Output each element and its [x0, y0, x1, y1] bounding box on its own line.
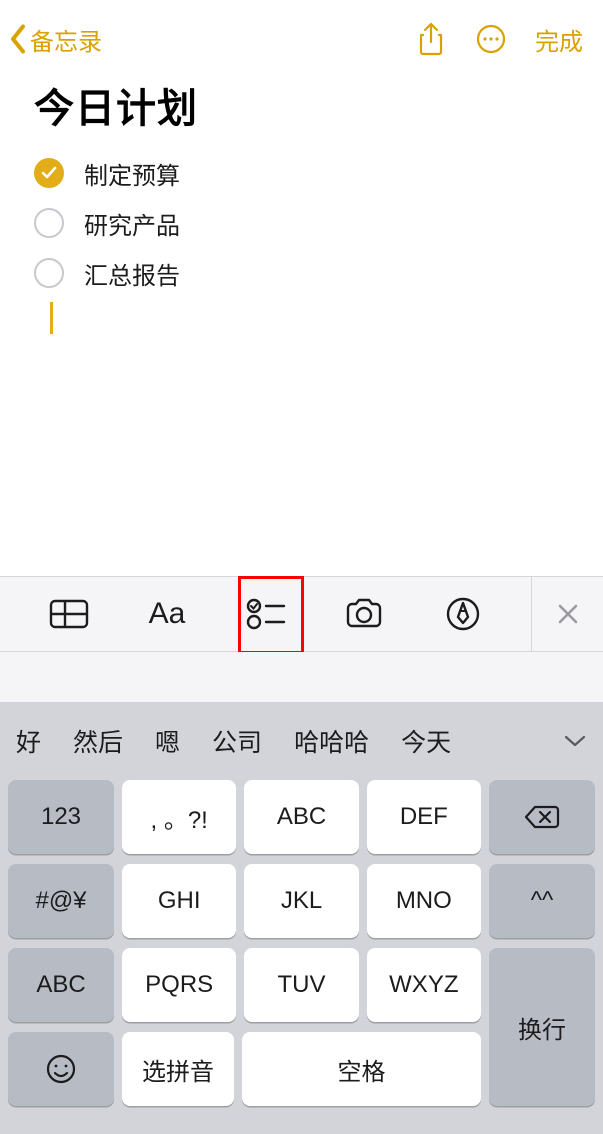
checkbox-unchecked-icon[interactable] [34, 208, 64, 238]
table-icon [49, 599, 89, 629]
checklist-item[interactable]: 汇总报告 [34, 248, 569, 298]
checkbox-unchecked-icon[interactable] [34, 258, 64, 288]
key-def[interactable]: DEF [367, 780, 481, 854]
share-button[interactable] [415, 22, 447, 56]
checkbox-checked-icon[interactable] [34, 158, 64, 188]
key-jkl[interactable]: JKL [244, 864, 358, 938]
suggestion[interactable]: 公司 [196, 723, 278, 759]
suggestion[interactable]: 好 [6, 723, 57, 759]
suggestion[interactable]: 今天 [385, 723, 467, 759]
select-pinyin-key[interactable]: 选拼音 [122, 1032, 234, 1106]
close-icon [556, 602, 580, 626]
key-wxyz[interactable]: WXYZ [367, 948, 481, 1022]
key-symbols[interactable]: #@¥ [8, 864, 114, 938]
checklist-item-label[interactable]: 汇总报告 [84, 256, 180, 291]
ellipsis-circle-icon [475, 23, 507, 55]
key-grid: 123 , 。?! ABC DEF #@¥ GHI JKL MNO ^^ ABC… [0, 780, 603, 1106]
back-label: 备忘录 [30, 22, 102, 57]
top-nav: 备忘录 完成 [0, 0, 603, 70]
table-button[interactable] [39, 584, 99, 644]
checklist-item-label[interactable]: 研究产品 [84, 206, 180, 241]
done-button[interactable]: 完成 [535, 22, 587, 57]
chevron-down-icon [563, 733, 587, 749]
share-icon [417, 22, 445, 56]
toolbar-spacer [0, 652, 603, 702]
camera-icon [344, 598, 384, 630]
space-key[interactable]: 空格 [242, 1032, 481, 1106]
text-format-button[interactable]: Aa [137, 584, 197, 644]
backspace-key[interactable] [489, 780, 595, 854]
key-abc-mode[interactable]: ABC [8, 948, 114, 1022]
checklist-item[interactable]: 研究产品 [34, 198, 569, 248]
checklist-icon [246, 598, 286, 630]
suggestion[interactable]: 哈哈哈 [278, 723, 385, 759]
key-face[interactable]: ^^ [489, 864, 595, 938]
key-pqrs[interactable]: PQRS [122, 948, 236, 1022]
back-button[interactable]: 备忘录 [8, 22, 102, 57]
enter-key[interactable]: 换行 [489, 948, 595, 1106]
note-body[interactable]: 今日计划 制定预算 研究产品 汇总报告 [0, 70, 603, 334]
backspace-icon [524, 804, 560, 830]
pen-circle-icon [446, 597, 480, 631]
checklist: 制定预算 研究产品 汇总报告 [34, 148, 569, 298]
keyboard: 好 然后 嗯 公司 哈哈哈 今天 123 , 。?! ABC DEF # [0, 702, 603, 1134]
checklist-item-label[interactable]: 制定预算 [84, 156, 180, 191]
text-cursor [50, 302, 53, 334]
expand-suggestions-button[interactable] [547, 702, 603, 780]
suggestion-bar: 好 然后 嗯 公司 哈哈哈 今天 [0, 702, 603, 780]
checklist-item[interactable]: 制定预算 [34, 148, 569, 198]
camera-button[interactable] [334, 584, 394, 644]
more-button[interactable] [475, 22, 507, 56]
suggestion[interactable]: 嗯 [139, 723, 196, 759]
emoji-icon [45, 1053, 77, 1085]
markup-button[interactable] [433, 584, 493, 644]
key-abc[interactable]: ABC [244, 780, 358, 854]
key-123[interactable]: 123 [8, 780, 114, 854]
key-tuv[interactable]: TUV [244, 948, 358, 1022]
key-mno[interactable]: MNO [367, 864, 481, 938]
note-title[interactable]: 今日计划 [34, 76, 569, 134]
key-punct[interactable]: , 。?! [122, 780, 236, 854]
key-ghi[interactable]: GHI [122, 864, 236, 938]
nav-actions: 完成 [415, 22, 587, 57]
chevron-left-icon [8, 24, 28, 54]
close-toolbar-button[interactable] [531, 576, 603, 652]
checklist-button[interactable] [236, 584, 296, 644]
format-toolbar: Aa [0, 576, 603, 652]
emoji-key[interactable] [8, 1032, 114, 1106]
suggestion[interactable]: 然后 [57, 723, 139, 759]
